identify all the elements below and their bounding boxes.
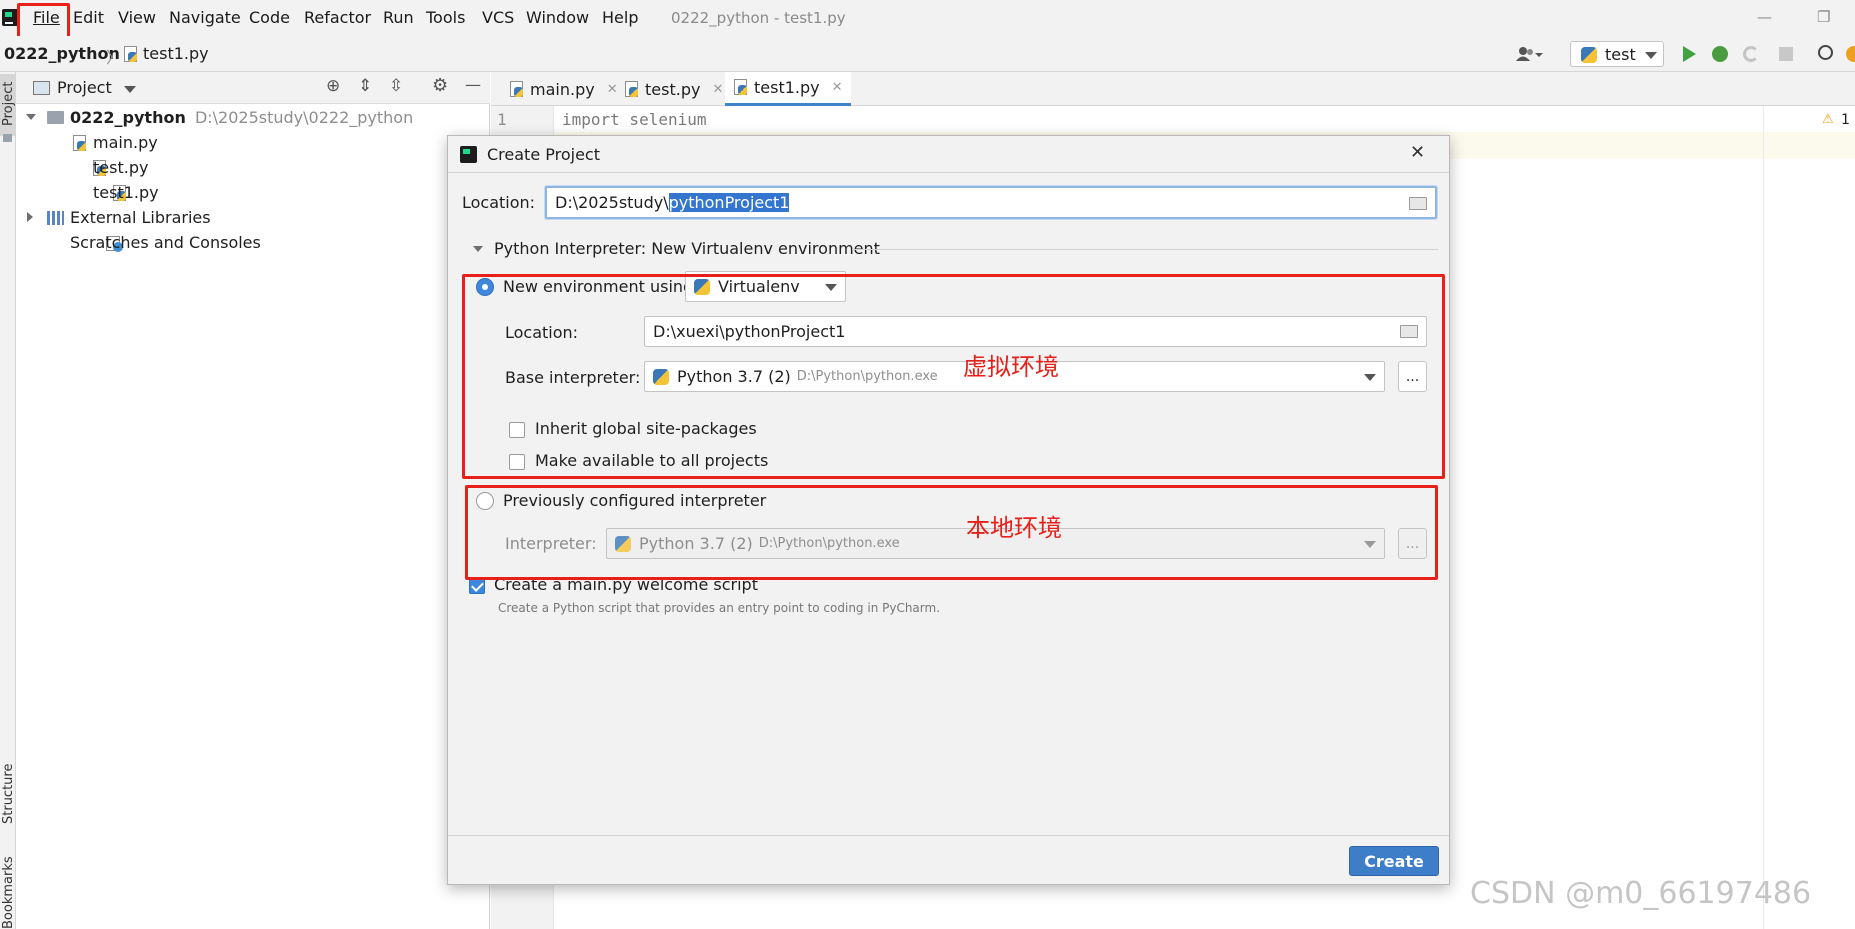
- menu-run[interactable]: Run: [383, 8, 414, 27]
- python-file-icon: [624, 80, 639, 98]
- right-margin-guide: [1763, 106, 1764, 929]
- debug-icon[interactable]: [1712, 46, 1728, 62]
- tree-file-main[interactable]: main.py: [93, 133, 158, 152]
- annotation-box-file-menu: [17, 3, 70, 39]
- expand-all-icon[interactable]: ⇕: [358, 76, 372, 96]
- watermark: CSDN @m0_66197486: [1470, 876, 1812, 911]
- chevron-down-icon[interactable]: [473, 246, 483, 252]
- menu-help[interactable]: Help: [602, 8, 638, 27]
- create-button[interactable]: Create: [1349, 846, 1439, 876]
- footer-divider: [448, 835, 1449, 836]
- close-icon[interactable]: ✕: [832, 80, 843, 95]
- stop-icon[interactable]: [1779, 47, 1793, 61]
- library-icon: [47, 211, 64, 225]
- close-icon[interactable]: ✕: [1410, 142, 1425, 163]
- locate-icon[interactable]: ⊕: [326, 76, 340, 96]
- line-number: 1: [497, 110, 507, 129]
- dialog-title: Create Project: [487, 145, 600, 164]
- python-file-icon: [733, 79, 748, 96]
- structure-tool-label[interactable]: Structure: [1, 764, 16, 824]
- tab-test1[interactable]: test1.py ✕: [725, 72, 851, 106]
- warning-icon[interactable]: ⚠: [1822, 112, 1834, 127]
- menu-bar: File Edit View Navigate Code Refactor Ru…: [0, 0, 1855, 36]
- user-icon[interactable]: [1516, 46, 1543, 62]
- python-file-icon: [123, 46, 138, 63]
- section-divider: [852, 249, 1438, 250]
- location-label: Location:: [462, 193, 536, 212]
- breadcrumb-separator-icon: 〉: [106, 48, 123, 67]
- interpreter-section-title[interactable]: Python Interpreter: New Virtualenv envir…: [494, 239, 880, 258]
- restore-icon[interactable]: ❐: [1817, 8, 1830, 26]
- run-config-label: test: [1605, 45, 1636, 64]
- annotation-box-new-environment: [462, 274, 1445, 479]
- python-file-icon: [72, 135, 87, 152]
- project-panel-title[interactable]: Project: [57, 78, 112, 97]
- annotation-box-local-interpreter: [465, 485, 1438, 580]
- python-file-icon: [509, 80, 524, 98]
- close-icon[interactable]: ✕: [712, 82, 723, 97]
- menu-refactor[interactable]: Refactor: [304, 8, 371, 27]
- tab-label: test1.py: [754, 78, 820, 97]
- location-selected-text: pythonProject1: [668, 193, 790, 212]
- pycharm-logo-icon: [460, 146, 477, 163]
- bookmarks-tool-label[interactable]: Bookmarks: [1, 856, 16, 929]
- coverage-icon[interactable]: [1743, 46, 1759, 62]
- folder-icon: [47, 111, 64, 124]
- warning-count: 1: [1841, 112, 1850, 128]
- hide-panel-icon[interactable]: —: [465, 75, 481, 94]
- python-icon: [1581, 47, 1597, 63]
- menu-vcs[interactable]: VCS: [482, 8, 514, 27]
- breadcrumb-project[interactable]: 0222_python: [4, 44, 120, 63]
- search-icon[interactable]: [1818, 45, 1833, 60]
- annotation-local-env: 本地环境: [966, 514, 1062, 542]
- tab-label: main.py: [530, 79, 595, 99]
- menu-code[interactable]: Code: [249, 8, 290, 27]
- collapse-all-icon[interactable]: ⇳: [389, 76, 403, 96]
- welcome-script-hint: Create a Python script that provides an …: [498, 601, 941, 615]
- welcome-script-checkbox[interactable]: [469, 578, 485, 594]
- tree-file-test1[interactable]: test1.py: [93, 183, 159, 202]
- chevron-down-icon: [1645, 52, 1657, 59]
- update-icon[interactable]: [1846, 46, 1855, 62]
- code-line[interactable]: import selenium: [562, 110, 707, 129]
- minimize-icon[interactable]: —: [1757, 8, 1772, 26]
- breadcrumb-file[interactable]: test1.py: [143, 44, 209, 63]
- tree-file-test[interactable]: test.py: [93, 158, 148, 177]
- annotation-virtual-env: 虚拟环境: [963, 353, 1059, 381]
- tree-scratches[interactable]: Scratches and Consoles: [70, 233, 261, 252]
- project-tool-label[interactable]: Project: [1, 82, 16, 126]
- folder-browse-icon[interactable]: [1409, 197, 1427, 210]
- gear-icon[interactable]: ⚙: [432, 75, 448, 96]
- project-panel-header: Project ⊕ ⇕ ⇳ ⚙ —: [16, 72, 490, 104]
- tree-root-name: 0222_python: [70, 108, 186, 127]
- menu-window[interactable]: Window: [526, 8, 589, 27]
- tree-external-libraries[interactable]: External Libraries: [70, 208, 211, 227]
- tab-main[interactable]: main.py ✕: [501, 72, 626, 106]
- project-view-icon: [33, 81, 50, 95]
- tab-label: test.py: [645, 79, 701, 99]
- run-icon[interactable]: [1683, 46, 1696, 62]
- project-location-input[interactable]: D:\2025study\ pythonProject1: [545, 186, 1437, 219]
- menu-navigate[interactable]: Navigate: [169, 8, 241, 27]
- window-title: 0222_python - test1.py: [671, 9, 846, 27]
- run-config-selector[interactable]: test: [1570, 41, 1664, 67]
- menu-tools[interactable]: Tools: [426, 8, 465, 27]
- chevron-down-icon[interactable]: [124, 86, 136, 93]
- location-prefix: D:\2025study\: [555, 193, 669, 212]
- folder-icon: [3, 134, 12, 142]
- left-tool-strip: Project Structure Bookmarks: [0, 72, 16, 929]
- editor-tab-bar: main.py ✕ test.py ✕ test1.py ✕: [491, 72, 1855, 106]
- chevron-right-icon[interactable]: [27, 212, 33, 222]
- menu-edit[interactable]: Edit: [73, 8, 104, 27]
- menu-view[interactable]: View: [118, 8, 156, 27]
- title-divider: [448, 172, 1449, 173]
- tree-root-path: D:\2025study\0222_python: [194, 108, 414, 127]
- chevron-down-icon[interactable]: [26, 114, 36, 120]
- tree-root[interactable]: 0222_python D:\2025study\0222_python: [70, 108, 413, 127]
- tab-test[interactable]: test.py ✕: [616, 72, 731, 106]
- project-panel: [16, 72, 490, 929]
